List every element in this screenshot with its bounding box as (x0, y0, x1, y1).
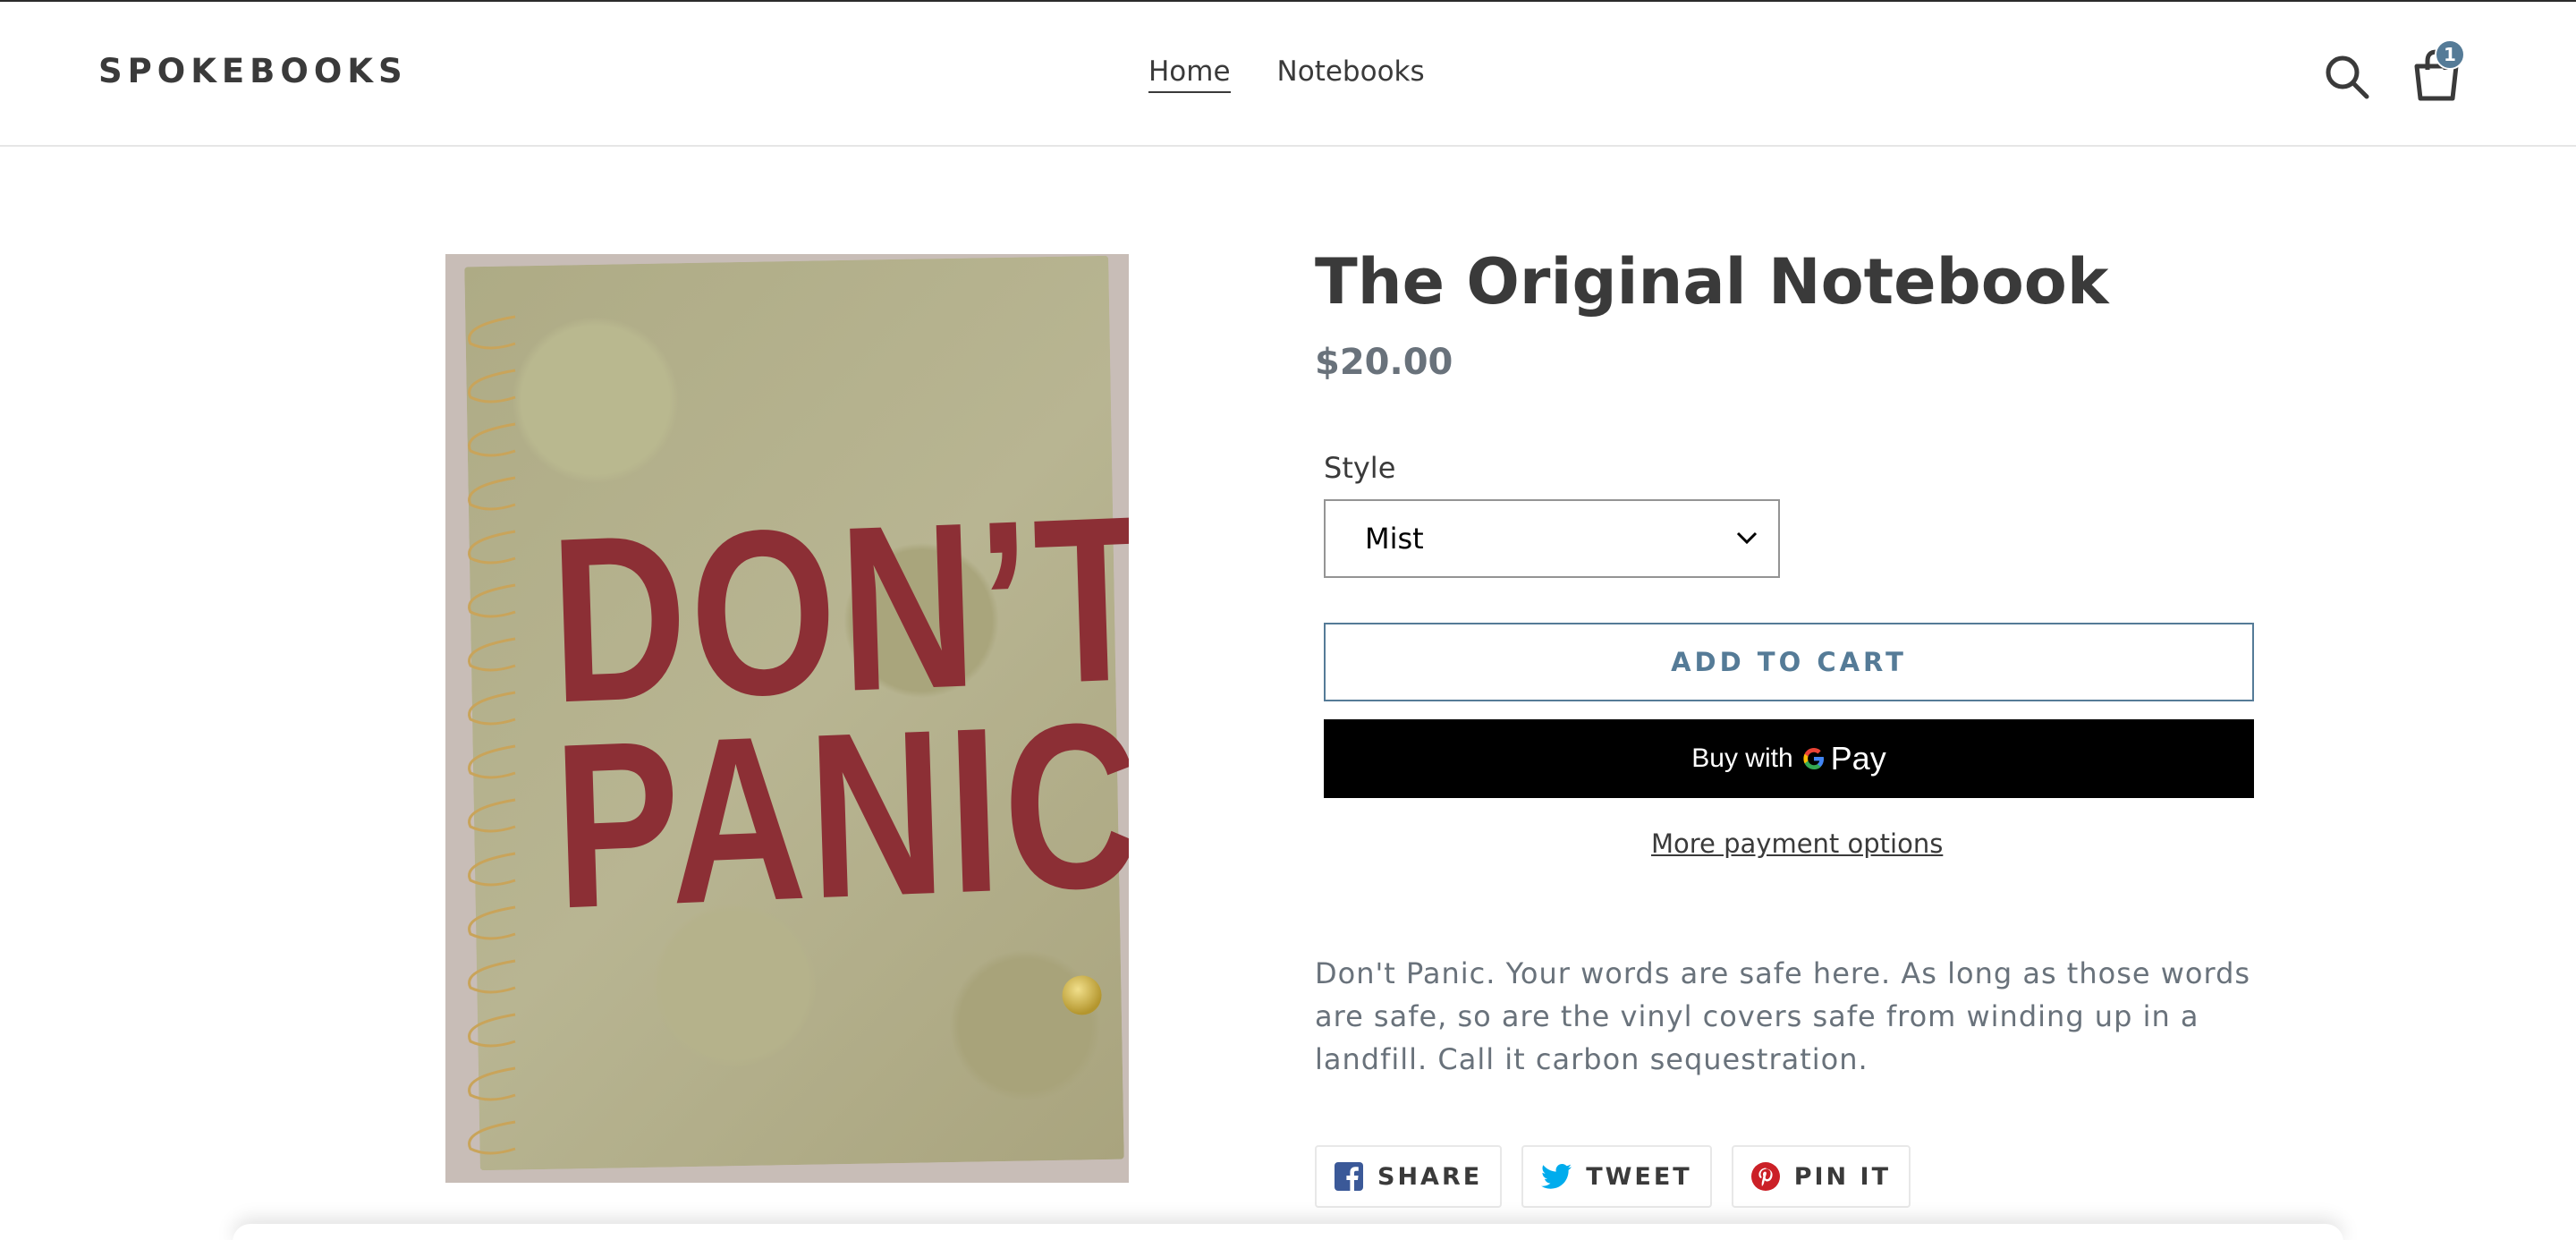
gpay-label: Pay (1830, 740, 1886, 777)
share-pinterest-label: PIN IT (1793, 1162, 1891, 1191)
chevron-down-icon (1736, 531, 1758, 545)
rivet-decoration (1062, 975, 1102, 1015)
product-description: Don't Panic. Your words are safe here. A… (1315, 956, 2251, 1076)
share-facebook-button[interactable]: SHARE (1315, 1145, 1503, 1208)
spiral-binding (468, 315, 516, 1155)
cover-text-line2: PANIC (550, 672, 1129, 958)
main-nav: Home Notebooks (1148, 55, 1425, 93)
style-label: Style (1324, 451, 1396, 485)
nav-home-link[interactable]: Home (1148, 55, 1231, 93)
share-facebook-label: SHARE (1377, 1162, 1483, 1191)
nav-notebooks-link[interactable]: Notebooks (1277, 55, 1425, 93)
pinterest-icon (1750, 1162, 1780, 1191)
add-to-cart-button[interactable]: ADD TO CART (1324, 623, 2254, 701)
style-selected-value: Mist (1365, 522, 1424, 556)
facebook-icon (1335, 1162, 1363, 1191)
product-price: $20.00 (1315, 342, 1453, 383)
site-header: SPOKEBOOKS Home Notebooks 1 (0, 2, 2576, 147)
product-image[interactable]: DON’T PANIC (445, 254, 1129, 1183)
buy-with-label: Buy with (1691, 743, 1793, 773)
twitter-icon (1541, 1164, 1572, 1189)
product-title: The Original Notebook (1315, 245, 2109, 318)
google-pay-logo: Pay (1801, 740, 1886, 777)
google-g-icon (1803, 748, 1824, 769)
buy-with-gpay-button[interactable]: Buy with Pay (1324, 719, 2254, 798)
more-payment-options-link[interactable]: More payment options (1651, 828, 1943, 859)
share-pinterest-button[interactable]: PIN IT (1731, 1145, 1911, 1208)
style-select[interactable]: Mist (1324, 499, 1780, 578)
share-twitter-button[interactable]: TWEET (1521, 1145, 1712, 1208)
cart-count-badge[interactable]: 1 (2435, 39, 2465, 70)
bottom-overlay-edge (233, 1224, 2343, 1240)
search-icon[interactable] (2322, 52, 2372, 102)
notebook-cover-image: DON’T PANIC (464, 255, 1129, 1171)
product-page: SPOKEBOOKS Home Notebooks 1 DON’T PANIC (0, 0, 2576, 1240)
site-logo[interactable]: SPOKEBOOKS (98, 52, 408, 90)
social-share-row: SHARE TWEET PIN IT (1315, 1145, 1911, 1208)
share-twitter-label: TWEET (1586, 1162, 1692, 1191)
